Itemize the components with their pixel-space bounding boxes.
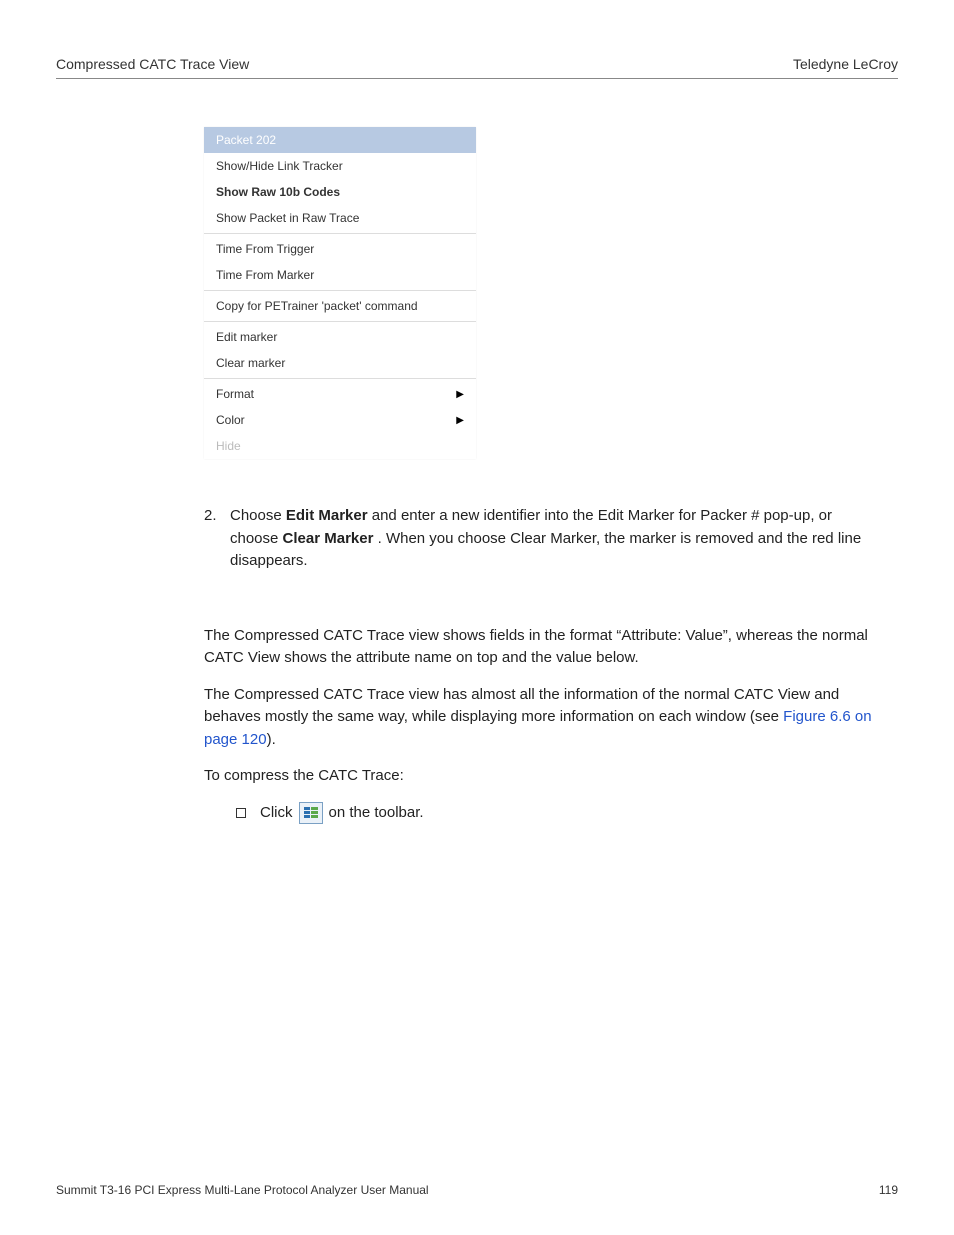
compress-toolbar-icon[interactable] [299, 802, 323, 824]
menu-item-time-from-marker[interactable]: Time From Marker [204, 262, 476, 288]
footer-left: Summit T3-16 PCI Express Multi-Lane Prot… [56, 1183, 429, 1197]
paragraph-2: The Compressed CATC Trace view has almos… [204, 684, 898, 752]
menu-item-hide: Hide [204, 433, 476, 459]
paragraph-1: The Compressed CATC Trace view shows fie… [204, 625, 898, 670]
menu-item-clear-marker[interactable]: Clear marker [204, 350, 476, 376]
menu-separator [204, 321, 476, 322]
bullet-click-toolbar: Click on the toolbar. [236, 802, 898, 824]
paragraph-3: To compress the CATC Trace: [204, 765, 898, 788]
header-rule [56, 78, 898, 79]
context-menu: Packet 202 Show/Hide Link Tracker Show R… [204, 127, 476, 459]
menu-item-time-from-trigger[interactable]: Time From Trigger [204, 236, 476, 262]
footer-right: 119 [879, 1183, 898, 1197]
menu-separator [204, 378, 476, 379]
menu-separator [204, 233, 476, 234]
step-body: Choose Edit Marker and enter a new ident… [230, 505, 898, 573]
bullet-text-after: on the toolbar. [329, 804, 424, 821]
submenu-arrow-icon: ▶ [456, 389, 464, 400]
context-menu-title: Packet 202 [204, 127, 476, 153]
menu-item-show-hide-link-tracker[interactable]: Show/Hide Link Tracker [204, 153, 476, 179]
menu-item-show-raw-10b-codes[interactable]: Show Raw 10b Codes [204, 179, 476, 205]
header-right: Teledyne LeCroy [793, 56, 898, 72]
menu-separator [204, 290, 476, 291]
step-number: 2. [204, 505, 230, 573]
bullet-icon [236, 808, 246, 818]
menu-item-format[interactable]: Format ▶ [204, 381, 476, 407]
submenu-arrow-icon: ▶ [456, 415, 464, 426]
menu-item-edit-marker[interactable]: Edit marker [204, 324, 476, 350]
menu-item-copy-petrainer[interactable]: Copy for PETrainer 'packet' command [204, 293, 476, 319]
header-left: Compressed CATC Trace View [56, 56, 249, 72]
bullet-text-before: Click [260, 804, 293, 821]
step-2: 2. Choose Edit Marker and enter a new id… [204, 505, 898, 573]
menu-item-color[interactable]: Color ▶ [204, 407, 476, 433]
menu-item-show-packet-raw-trace[interactable]: Show Packet in Raw Trace [204, 205, 476, 231]
